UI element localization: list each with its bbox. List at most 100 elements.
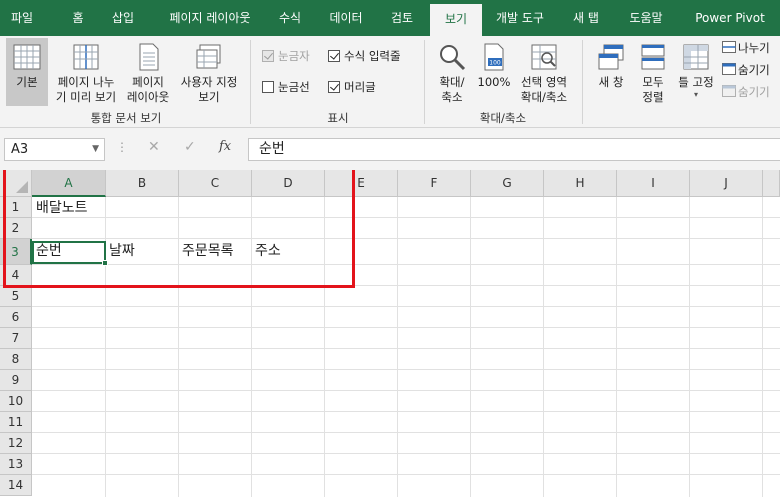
gridline [689, 197, 690, 497]
zoom-label-1: 확대/ [439, 75, 465, 89]
tab-data[interactable]: 데이터 [318, 0, 374, 36]
gridline [32, 306, 780, 307]
arrange-all-icon [641, 44, 665, 70]
chevron-down-icon: ▾ [693, 90, 698, 99]
row-header-14[interactable]: 14 [0, 475, 32, 496]
page-break-preview-label-1: 페이지 나누 [57, 75, 115, 89]
tab-view[interactable]: 보기 [430, 4, 482, 36]
tab-power-pivot[interactable]: Power Pivot [680, 0, 780, 36]
row-header-6[interactable]: 6 [0, 307, 32, 328]
chevron-down-icon[interactable]: ▼ [92, 139, 99, 160]
gridline [32, 369, 780, 370]
gridline [32, 474, 780, 475]
row-header-5[interactable]: 5 [0, 286, 32, 307]
ruler-check-icon [262, 50, 274, 62]
gridline [543, 197, 544, 497]
cancel-edit-icon[interactable]: ✕ [148, 139, 160, 155]
tab-help[interactable]: 도움말 [618, 0, 674, 36]
column-header-f[interactable]: F [398, 170, 471, 197]
zoom-selection-label-1: 선택 영역 [521, 75, 567, 89]
row-header-7[interactable]: 7 [0, 328, 32, 349]
new-window-button[interactable]: 새 창 [590, 38, 632, 106]
name-box[interactable]: A3 ▼ [4, 138, 105, 161]
hide-label: 숨기기 [738, 63, 770, 77]
formula-input[interactable]: 순번 [248, 138, 780, 161]
show-group-label: 표시 [327, 111, 349, 125]
row-header-11[interactable]: 11 [0, 412, 32, 433]
column-header-j[interactable]: J [690, 170, 763, 197]
normal-view-button[interactable]: 기본 [6, 38, 48, 106]
gridlines-label: 눈금선 [278, 80, 310, 94]
workbook-views-group-label: 통합 문서 보기 [90, 111, 162, 125]
tab-insert[interactable]: 삽입 [104, 0, 142, 36]
arrange-all-button[interactable]: 모두 정렬 [634, 38, 672, 106]
row-header-10[interactable]: 10 [0, 391, 32, 412]
freeze-panes-label: 틀 고정 [678, 75, 714, 89]
worksheet-grid[interactable]: A B C D E F G H I J 1 2 3 4 5 6 7 8 9 10… [0, 170, 780, 497]
hide-button[interactable]: 숨기기 [722, 62, 770, 79]
unhide-label: 숨기기 [738, 85, 770, 99]
freeze-panes-icon [683, 44, 709, 70]
column-header-h[interactable]: H [544, 170, 617, 197]
page-break-preview-icon [73, 44, 99, 70]
confirm-edit-icon[interactable]: ✓ [184, 139, 196, 155]
row-header-9[interactable]: 9 [0, 370, 32, 391]
split-button[interactable]: 나누기 [722, 40, 770, 57]
ribbon: 기본 페이지 나누 기 미리 보기 페이지 레이아웃 사용자 지정 보기 통합 … [0, 36, 780, 128]
custom-views-button[interactable]: 사용자 지정 보기 [174, 38, 244, 106]
gridlines-check-icon [262, 81, 274, 93]
zoom-button[interactable]: 확대/ 축소 [432, 38, 472, 106]
headings-label: 머리글 [344, 80, 376, 94]
hide-icon [722, 63, 736, 75]
tab-page-layout[interactable]: 페이지 레이아웃 [150, 0, 270, 36]
tab-home[interactable]: 홈 [52, 0, 104, 36]
gridline [397, 197, 398, 497]
unhide-icon [722, 85, 736, 97]
headings-checkbox[interactable]: 머리글 [328, 79, 376, 95]
gridline [32, 432, 780, 433]
gridline [762, 197, 763, 497]
formula-bar-checkbox[interactable]: 수식 입력줄 [328, 48, 401, 64]
zoom-100-button[interactable]: 100 100% [476, 38, 512, 106]
zoom-to-selection-button[interactable]: 선택 영역 확대/축소 [514, 38, 574, 106]
tab-new-tab[interactable]: 새 탭 [560, 0, 612, 36]
normal-view-label: 기본 [16, 75, 38, 89]
ruler-checkbox[interactable]: 눈금자 [262, 48, 310, 64]
row-header-8[interactable]: 8 [0, 349, 32, 370]
freeze-panes-button[interactable]: 틀 고정 ▾ [674, 38, 718, 106]
unhide-button[interactable]: 숨기기 [722, 84, 770, 101]
page-layout-label-2: 레이아웃 [126, 90, 170, 104]
gridline [32, 390, 780, 391]
custom-views-label-1: 사용자 지정 [180, 75, 238, 89]
insert-function-icon[interactable]: fx [219, 139, 231, 154]
gridline [32, 411, 780, 412]
formula-bar-grip-icon[interactable]: ⋮ [116, 140, 128, 154]
tab-file[interactable]: 파일 [0, 0, 44, 36]
row-header-12[interactable]: 12 [0, 433, 32, 454]
gridlines-checkbox[interactable]: 눈금선 [262, 79, 310, 95]
column-header-i[interactable]: I [617, 170, 690, 197]
tab-developer[interactable]: 개발 도구 [482, 0, 558, 36]
split-label: 나누기 [738, 41, 770, 55]
column-header-k[interactable] [763, 170, 780, 197]
group-separator [582, 40, 583, 124]
zoom-group-label: 확대/축소 [479, 111, 527, 125]
tab-formulas[interactable]: 수식 [270, 0, 310, 36]
magnifier-icon [440, 45, 466, 71]
gridline [32, 327, 780, 328]
tab-review[interactable]: 검토 [380, 0, 424, 36]
svg-text:100: 100 [489, 60, 501, 67]
page-layout-icon [139, 43, 159, 71]
page-break-preview-button[interactable]: 페이지 나누 기 미리 보기 [50, 38, 122, 106]
page-layout-view-button[interactable]: 페이지 레이아웃 [124, 38, 172, 106]
ruler-label: 눈금자 [278, 49, 310, 63]
headings-check-icon [328, 81, 340, 93]
gridline [616, 197, 617, 497]
row-header-13[interactable]: 13 [0, 454, 32, 475]
gridline [32, 453, 780, 454]
formula-bar: A3 ▼ ⋮ ✕ ✓ fx 순번 [0, 128, 780, 170]
arrange-all-label-2: 정렬 [642, 90, 664, 104]
zoom-selection-icon [531, 44, 557, 70]
zoom-label-2: 축소 [441, 90, 463, 104]
column-header-g[interactable]: G [471, 170, 544, 197]
